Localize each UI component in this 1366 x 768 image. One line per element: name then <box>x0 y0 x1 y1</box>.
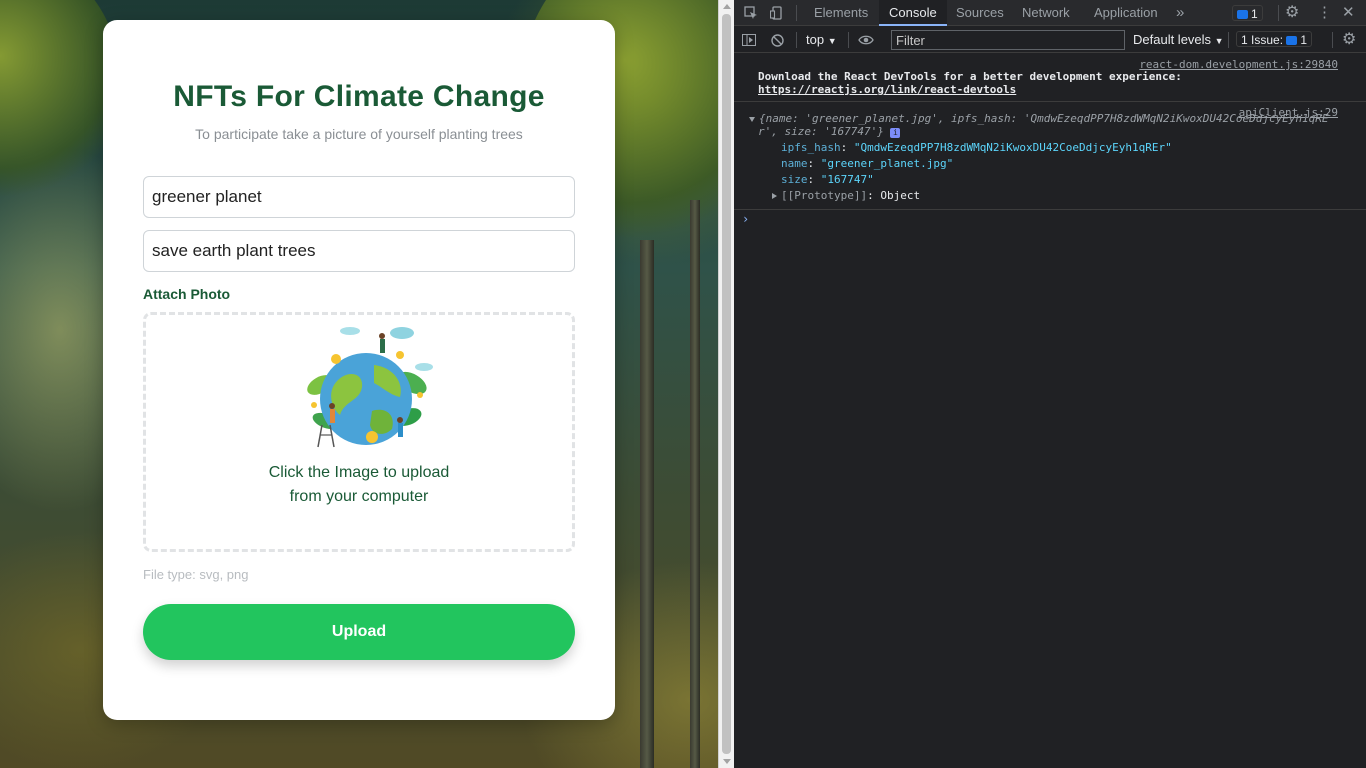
device-toolbar-icon[interactable] <box>769 0 784 26</box>
console-prompt-icon[interactable]: › <box>742 212 749 226</box>
console-message-text: Download the React DevTools for a better… <box>758 70 1342 96</box>
console-filter-input[interactable] <box>891 30 1125 50</box>
context-label: top <box>806 32 825 47</box>
object-summary[interactable]: {name: 'greener_planet.jpg', ipfs_hash: … <box>749 112 1329 125</box>
nft-name-input[interactable] <box>143 176 575 218</box>
issue-flag-icon <box>1286 36 1298 45</box>
scrollbar-thumb[interactable] <box>722 14 731 754</box>
issues-label: 1 Issue: <box>1241 33 1284 47</box>
tab-network[interactable]: Network <box>1012 0 1080 26</box>
tab-elements[interactable]: Elements <box>804 0 878 26</box>
expand-triangle-icon[interactable] <box>749 117 755 122</box>
react-devtools-message: Download the React DevTools for a better… <box>758 70 1182 83</box>
log-levels-label: Default levels <box>1133 32 1212 47</box>
toolbar-separator <box>796 32 797 48</box>
clear-console-icon[interactable] <box>771 27 784 53</box>
info-icon[interactable]: i <box>890 128 901 138</box>
live-expression-eye-icon[interactable] <box>858 27 874 53</box>
show-sidebar-icon[interactable] <box>742 27 756 53</box>
issues-count: 1 <box>1300 33 1308 47</box>
dropzone-text-line: from your computer <box>289 488 429 505</box>
devtools-panel: Elements Console Sources Network Applica… <box>734 0 1366 768</box>
attach-photo-label: Attach Photo <box>143 286 231 302</box>
dropzone-instructions: Click the Image to upload from your comp… <box>146 461 572 509</box>
page-viewport: NFTs For Climate Change To participate t… <box>0 0 718 768</box>
scroll-up-arrow-icon[interactable] <box>723 4 731 9</box>
summary-text: {name: <box>759 112 806 125</box>
console-message: react-dom.development.js:29840 Download … <box>734 54 1366 102</box>
page-scrollbar[interactable] <box>718 0 734 768</box>
console-settings-gear-icon[interactable]: ⚙ <box>1342 27 1356 53</box>
summary-hash-cont: r' <box>758 125 772 138</box>
chevron-down-icon: ▼ <box>1214 36 1224 46</box>
log-levels-dropdown[interactable]: Default levels ▼ <box>1133 27 1224 54</box>
more-options-icon[interactable]: ⋮ <box>1317 0 1332 26</box>
tab-sources[interactable]: Sources <box>946 0 1014 26</box>
object-property: name: "greener_planet.jpg" <box>781 157 954 170</box>
console-message: apiClient.js:29 {name: 'greener_planet.j… <box>734 102 1366 210</box>
background-tree-canopy <box>0 0 120 200</box>
expand-triangle-icon[interactable] <box>772 193 777 199</box>
prototype-key: [[Prototype]] <box>781 189 868 202</box>
inspect-element-icon[interactable] <box>744 0 758 26</box>
toolbar-separator <box>1228 32 1229 48</box>
react-devtools-link[interactable]: https://reactjs.org/link/react-devtools <box>758 83 1016 96</box>
context-selector[interactable]: top ▼ <box>806 27 837 54</box>
scroll-down-arrow-icon[interactable] <box>723 759 731 764</box>
toolbar-separator <box>1332 32 1333 48</box>
summary-name: 'greener_planet.jpg' <box>805 112 938 125</box>
messages-badge[interactable]: 1 <box>1232 5 1263 21</box>
property-value: "greener_planet.jpg" <box>820 157 954 170</box>
summary-size: '167747' <box>824 125 878 138</box>
photo-dropzone[interactable]: Click the Image to upload from your comp… <box>143 312 575 552</box>
background-tree-trunk <box>690 200 700 768</box>
page-title: NFTs For Climate Change <box>173 80 545 113</box>
page-subtitle: To participate take a picture of yoursel… <box>195 126 523 142</box>
object-property: size: "167747" <box>781 173 874 186</box>
console-output: react-dom.development.js:29840 Download … <box>734 54 1366 226</box>
message-flag-icon <box>1237 10 1248 19</box>
object-summary-cont: r', size: '167747'} i <box>758 125 901 138</box>
settings-gear-icon[interactable]: ⚙ <box>1285 0 1299 26</box>
earth-planting-illustration[interactable] <box>300 325 434 449</box>
upload-card: NFTs For Climate Change To participate t… <box>103 20 615 720</box>
more-tabs-icon[interactable]: » <box>1176 0 1184 26</box>
summary-text: } <box>877 125 884 138</box>
prototype-value: Object <box>880 189 921 202</box>
object-prototype[interactable]: [[Prototype]]: Object <box>772 189 920 202</box>
tab-console[interactable]: Console <box>879 0 947 26</box>
console-toolbar: top ▼ Default levels ▼ 1 Issue: 1 ⚙ <box>734 27 1366 53</box>
summary-hash: 'QmdwEzeqdPP7H8zdWMqN2iKwoxDU42CoeDdjcyE… <box>1023 112 1329 125</box>
object-property: ipfs_hash: "QmdwEzeqdPP7H8zdWMqN2iKwoxDU… <box>781 141 1172 154</box>
toolbar-separator <box>796 5 797 21</box>
file-type-hint: File type: svg, png <box>143 567 249 582</box>
property-key: ipfs_hash <box>781 141 841 154</box>
chevron-down-icon: ▼ <box>827 36 837 46</box>
nft-description-input[interactable] <box>143 230 575 272</box>
toolbar-separator <box>1278 5 1279 21</box>
dropzone-text-line: Click the Image to upload <box>268 464 450 481</box>
devtools-tab-bar: Elements Console Sources Network Applica… <box>734 0 1366 26</box>
messages-count: 1 <box>1251 7 1258 21</box>
property-value: "QmdwEzeqdPP7H8zdWMqN2iKwoxDU42CoeDdjcyE… <box>853 141 1172 154</box>
toolbar-separator <box>848 32 849 48</box>
tab-application[interactable]: Application <box>1084 0 1168 26</box>
property-key: size <box>781 173 808 186</box>
close-devtools-icon[interactable]: ✕ <box>1342 0 1355 26</box>
summary-text: , size: <box>771 125 825 138</box>
summary-text: , ipfs_hash: <box>937 112 1024 125</box>
property-key: name <box>781 157 808 170</box>
background-tree-trunk <box>640 240 654 768</box>
issues-badge[interactable]: 1 Issue: 1 <box>1236 31 1313 47</box>
property-value: "167747" <box>820 173 874 186</box>
upload-button[interactable]: Upload <box>143 604 575 660</box>
